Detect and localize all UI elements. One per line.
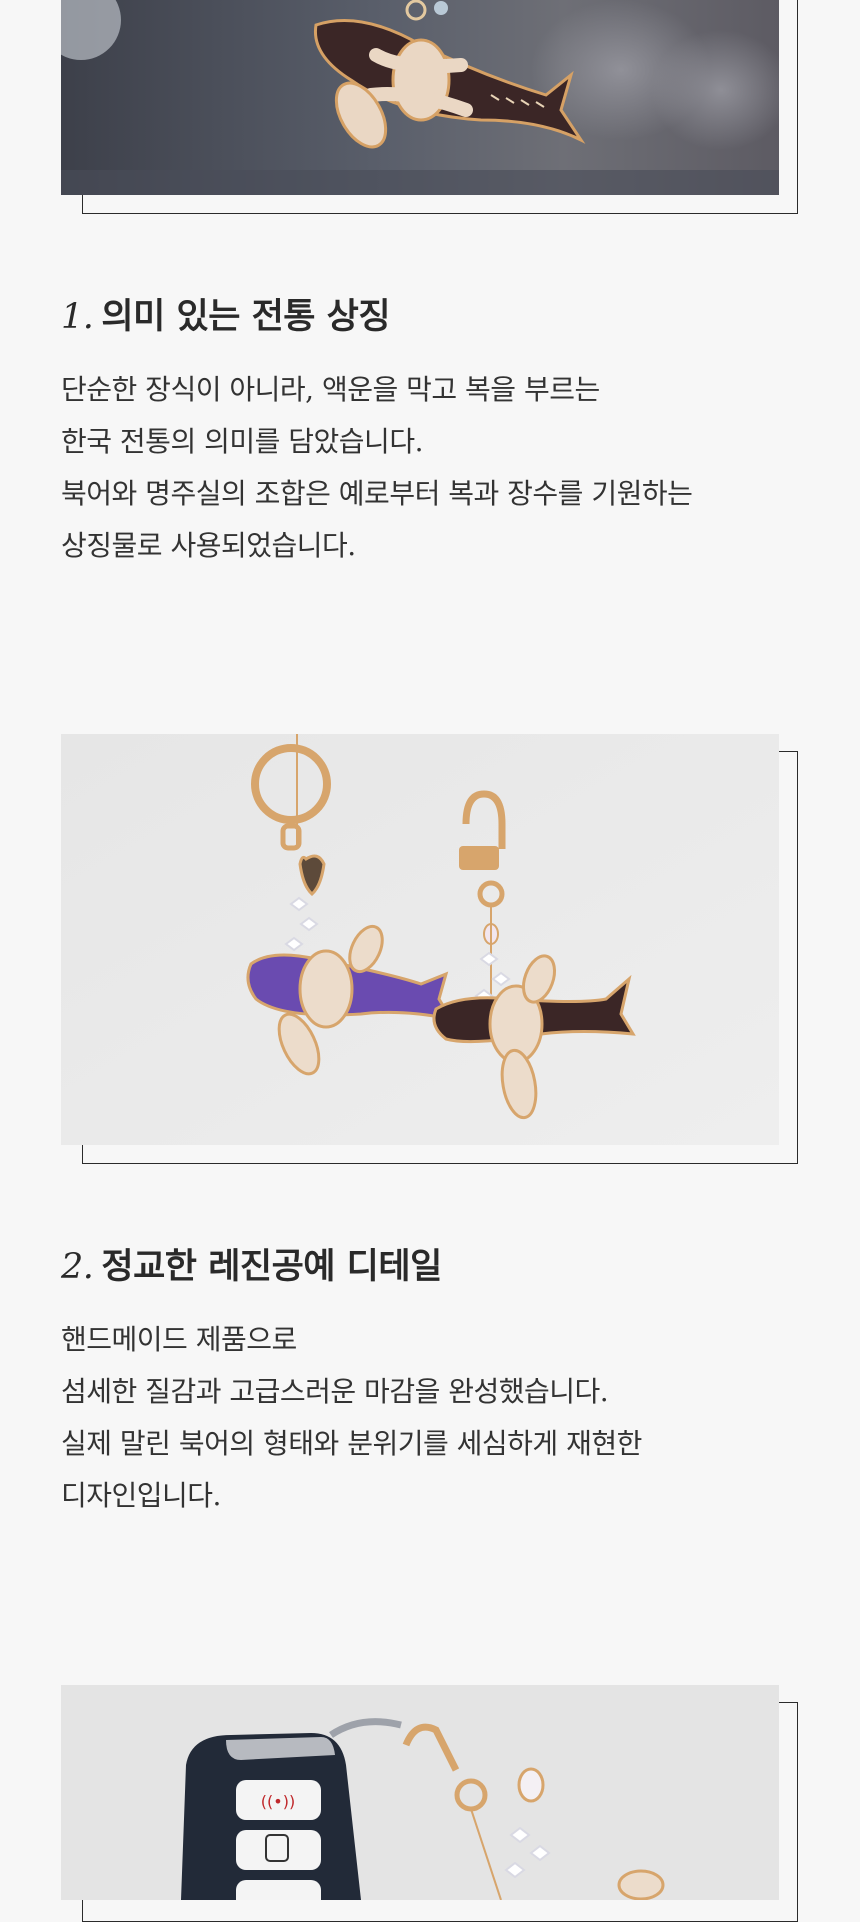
- section-2-heading: 2. 정교한 레진공예 디테일: [61, 1238, 442, 1289]
- section-1-number: 1.: [61, 297, 94, 337]
- section-1-line-4: 상징물로 사용되었습니다.: [61, 529, 356, 562]
- keyring-dark-photo: [61, 0, 779, 195]
- section-1-body: 단순한 장식이 아니라, 액운을 막고 복을 부르는 한국 전통의 의미를 담았…: [61, 364, 781, 572]
- section-1-line-1: 단순한 장식이 아니라, 액운을 막고 복을 부르는: [61, 373, 600, 406]
- section-1-line-2: 한국 전통의 의미를 담았습니다.: [61, 425, 423, 458]
- product-photo-top: [61, 0, 779, 195]
- section-2-title: 정교한 레진공예 디테일: [101, 1246, 442, 1287]
- svg-text:((•)): ((•)): [261, 1792, 295, 1811]
- section-1-title: 의미 있는 전통 상징: [101, 296, 391, 337]
- section-2-body: 핸드메이드 제품으로 섬세한 질감과 고급스러운 마감을 완성했습니다. 실제 …: [61, 1314, 781, 1522]
- car-key-photo: ((•)): [61, 1685, 779, 1900]
- section-2-line-3: 실제 말린 북어의 형태와 분위기를 세심하게 재현한: [61, 1427, 642, 1460]
- section-1-line-3: 북어와 명주실의 조합은 예로부터 복과 장수를 기원하는: [61, 477, 693, 510]
- product-photo-middle: [61, 734, 779, 1145]
- section-2-line-2: 섬세한 질감과 고급스러운 마감을 완성했습니다.: [61, 1375, 609, 1408]
- keyring-pair-photo: [61, 734, 779, 1145]
- section-2-line-1: 핸드메이드 제품으로: [61, 1323, 297, 1356]
- product-photo-bottom: ((•)): [61, 1685, 779, 1900]
- section-2-line-4: 디자인입니다.: [61, 1479, 221, 1512]
- section-2-number: 2.: [61, 1247, 94, 1287]
- section-1-heading: 1. 의미 있는 전통 상징: [61, 288, 391, 339]
